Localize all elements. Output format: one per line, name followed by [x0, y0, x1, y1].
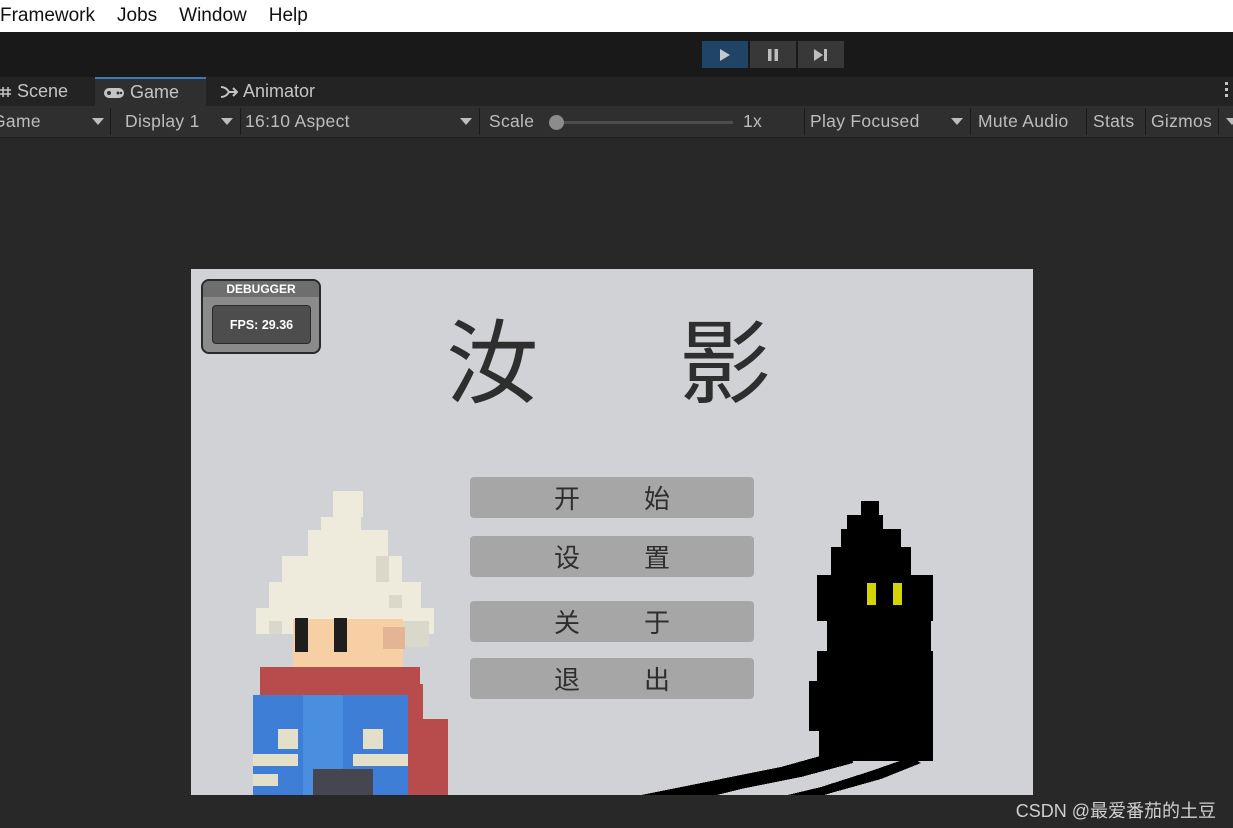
gizmos-toggle[interactable]: Gizmos	[1151, 106, 1212, 137]
menu-bar: Framework Jobs Window Help	[0, 0, 1233, 32]
gamepad-icon	[103, 86, 125, 100]
main-toolbar	[0, 32, 1233, 77]
stats-toggle[interactable]: Stats	[1093, 106, 1134, 137]
game-title-char-1: 汝	[446, 311, 539, 418]
menu-jobs[interactable]: Jobs	[106, 0, 168, 32]
scene-grid-icon	[0, 85, 12, 99]
settings-button-char-1: 设	[553, 544, 580, 574]
fps-counter[interactable]: FPS: 29.36	[212, 305, 311, 344]
more-options-icon[interactable]	[1225, 82, 1231, 97]
tab-scene-label: Scene	[17, 81, 69, 101]
chevron-down-icon	[951, 118, 963, 125]
divider	[970, 108, 971, 135]
editor-tabs: Scene Game Animator	[0, 77, 1233, 106]
tab-game-label: Game	[130, 82, 180, 102]
aspect-value: 16:10 Aspect	[245, 111, 350, 131]
scale-slider-track[interactable]	[557, 121, 733, 124]
tab-animator[interactable]: Animator	[220, 77, 340, 106]
play-controls	[702, 41, 844, 68]
tab-scene[interactable]: Scene	[0, 77, 88, 106]
step-button[interactable]	[798, 41, 844, 68]
scale-slider-handle[interactable]	[549, 115, 564, 130]
chevron-down-icon	[221, 118, 233, 125]
animator-icon	[220, 84, 238, 100]
divider	[1218, 108, 1219, 135]
divider	[1145, 108, 1146, 135]
player-character-sprite	[253, 491, 448, 795]
view-mode-dropdown[interactable]: Game	[0, 106, 110, 137]
play-icon	[720, 48, 730, 61]
pause-button[interactable]	[750, 41, 796, 68]
scale-value: 1x	[743, 111, 763, 131]
gizmos-dropdown-icon[interactable]	[1226, 118, 1233, 125]
display-value: Display 1	[125, 111, 200, 131]
divider	[804, 108, 805, 135]
view-mode-value: Game	[0, 111, 41, 131]
game-title-char-2: 影	[679, 311, 772, 418]
divider	[479, 108, 480, 135]
tab-animator-label: Animator	[243, 81, 316, 101]
menu-window[interactable]: Window	[168, 0, 258, 32]
scale-label: Scale	[489, 111, 535, 131]
divider	[240, 108, 241, 135]
step-icon	[814, 48, 827, 61]
chevron-down-icon	[92, 118, 104, 125]
tab-game[interactable]: Game	[95, 77, 206, 106]
aspect-dropdown[interactable]: 16:10 Aspect	[245, 106, 480, 137]
play-button[interactable]	[702, 41, 748, 68]
pause-icon	[768, 48, 778, 61]
divider	[1086, 108, 1087, 135]
start-button-char-1: 开	[553, 485, 580, 515]
play-mode-value: Play Focused	[810, 111, 920, 131]
about-button-char-1: 关	[553, 609, 580, 639]
shadow-creature-sprite	[641, 501, 933, 795]
watermark: CSDN @最爱番茄的土豆	[1015, 801, 1216, 821]
debugger-title: DEBUGGER	[203, 281, 319, 297]
display-dropdown[interactable]: Display 1	[125, 106, 240, 137]
chevron-down-icon	[460, 118, 472, 125]
mute-audio-toggle[interactable]: Mute Audio	[978, 106, 1069, 137]
play-mode-dropdown[interactable]: Play Focused	[810, 106, 970, 137]
menu-help[interactable]: Help	[258, 0, 319, 32]
debugger-panel: DEBUGGER FPS: 29.36	[201, 279, 321, 354]
exit-button-char-1: 退	[553, 666, 580, 696]
divider	[110, 108, 111, 135]
game-viewport[interactable]: DEBUGGER FPS: 29.36 汝 影 开始 设置 关于 退出	[191, 269, 1033, 795]
menu-framework[interactable]: Framework	[0, 0, 106, 32]
